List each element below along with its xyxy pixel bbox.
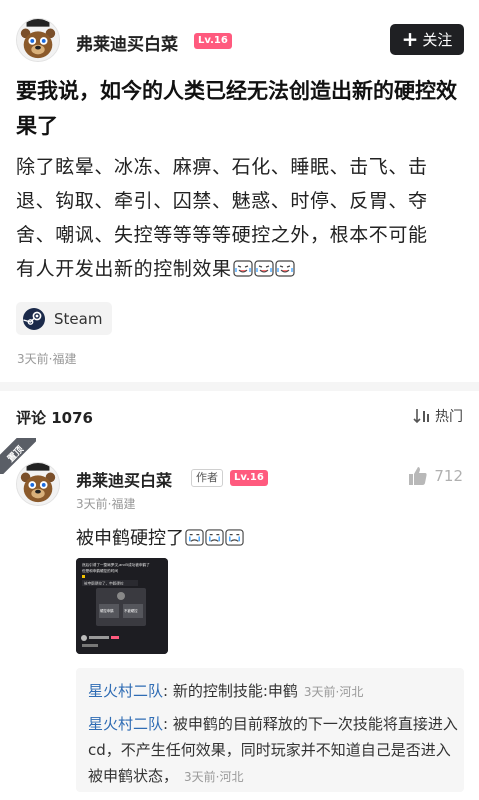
level-badge: Lv.16 [194, 33, 232, 49]
reply-user[interactable]: 星火村二队 [88, 715, 163, 733]
post-header: 弗莱迪买白菜 Lv.16 + 关注 [0, 0, 479, 80]
section-divider [0, 382, 479, 391]
comment-author-name[interactable]: 弗莱迪买白菜 [76, 467, 172, 491]
image-button-label: 硬控申鹤 [100, 608, 114, 613]
sort-icon [413, 409, 429, 424]
reply-meta: 3天前·河北 [184, 770, 244, 784]
reply-item[interactable]: 星火村二队: 被申鹤的目前释放的下一次技能将直接进入cd，不产生任何效果，同时玩… [88, 711, 458, 790]
post-author-name[interactable]: 弗莱迪买白菜 [76, 30, 178, 55]
post-body-line: 有人开发出新的控制效果 [16, 258, 232, 280]
post-title: 要我说，如今的人类已经无法创造出新的硬控效果了 [16, 79, 457, 138]
tag-label: Steam [54, 309, 103, 328]
comments-count: 评论 1076 [16, 409, 93, 427]
laughing-crying-emoji-icon [254, 260, 274, 277]
sort-toggle[interactable]: 热门 [413, 406, 463, 426]
freddy-bear-avatar-icon[interactable] [16, 18, 60, 62]
post-body-line-last: 有人开发出新的控制效果 [16, 252, 466, 286]
steam-tag-chip[interactable]: Steam [16, 302, 113, 335]
crying-emoji-icon [205, 529, 224, 546]
post-meta: 3天前·福建 [17, 352, 77, 366]
like-count: 712 [434, 467, 463, 485]
sort-label: 热门 [435, 409, 463, 425]
thumbs-up-icon [409, 467, 427, 485]
laughing-crying-emoji-icon [233, 260, 253, 277]
steam-icon [23, 307, 45, 330]
comment-text: 被申鹤硬控了 [76, 524, 244, 550]
level-badge: Lv.16 [230, 470, 268, 486]
laughing-crying-emoji-icon [275, 260, 295, 277]
post-body: 除了眩晕、冰冻、麻痹、石化、睡眠、击飞、击 退、钩取、牵引、囚禁、魅惑、时停、反… [16, 150, 466, 286]
comment-text-content: 被申鹤硬控了 [76, 528, 184, 549]
comments-header: 评论 1076 热门 [0, 391, 479, 439]
post-body-line: 除了眩晕、冰冻、麻痹、石化、睡眠、击飞、击 [16, 156, 428, 178]
image-text-line: 但是和申鹤硬控的时间 [82, 568, 118, 573]
freddy-bear-avatar-icon[interactable] [16, 462, 60, 506]
post-body-line: 退、钩取、牵引、囚禁、魅惑、时停、反胃、夺 [16, 190, 428, 212]
author-badge: 作者 [191, 469, 223, 487]
crying-emoji-icon [225, 529, 244, 546]
image-text-line: 被申鹤硬控了，申鹤硬控 [84, 581, 124, 586]
post-body-line: 舍、嘲讽、失控等等等等硬控之外，根本不可能 [16, 224, 428, 246]
comment-meta: 3天前·福建 [76, 497, 136, 511]
image-text-line: 然后引诱了一整局罗汉,and5成功被申鹤了 [82, 562, 150, 567]
image-button-label: 不被硬控 [124, 608, 138, 613]
reply-text: 新的控制技能:申鹤 [172, 682, 298, 700]
replies-box[interactable]: 星火村二队: 新的控制技能:申鹤 3天前·河北 星火村二队: 被申鹤的目前释放的下… [76, 668, 464, 792]
plus-icon: + [401, 26, 419, 51]
crying-emoji-icon [185, 529, 204, 546]
like-button[interactable]: 712 [408, 466, 463, 486]
reply-meta: 3天前·河北 [303, 685, 364, 699]
follow-button[interactable]: + 关注 [390, 24, 464, 55]
follow-label: 关注 [422, 31, 453, 49]
reply-item[interactable]: 星火村二队: 新的控制技能:申鹤 3天前·河北 [88, 678, 458, 705]
comment-screenshot-image[interactable]: 然后引诱了一整局罗汉,and5成功被申鹤了 但是和申鹤硬控的时间 被申鹤硬控了，… [76, 558, 168, 654]
reply-user[interactable]: 星火村二队 [88, 682, 163, 700]
